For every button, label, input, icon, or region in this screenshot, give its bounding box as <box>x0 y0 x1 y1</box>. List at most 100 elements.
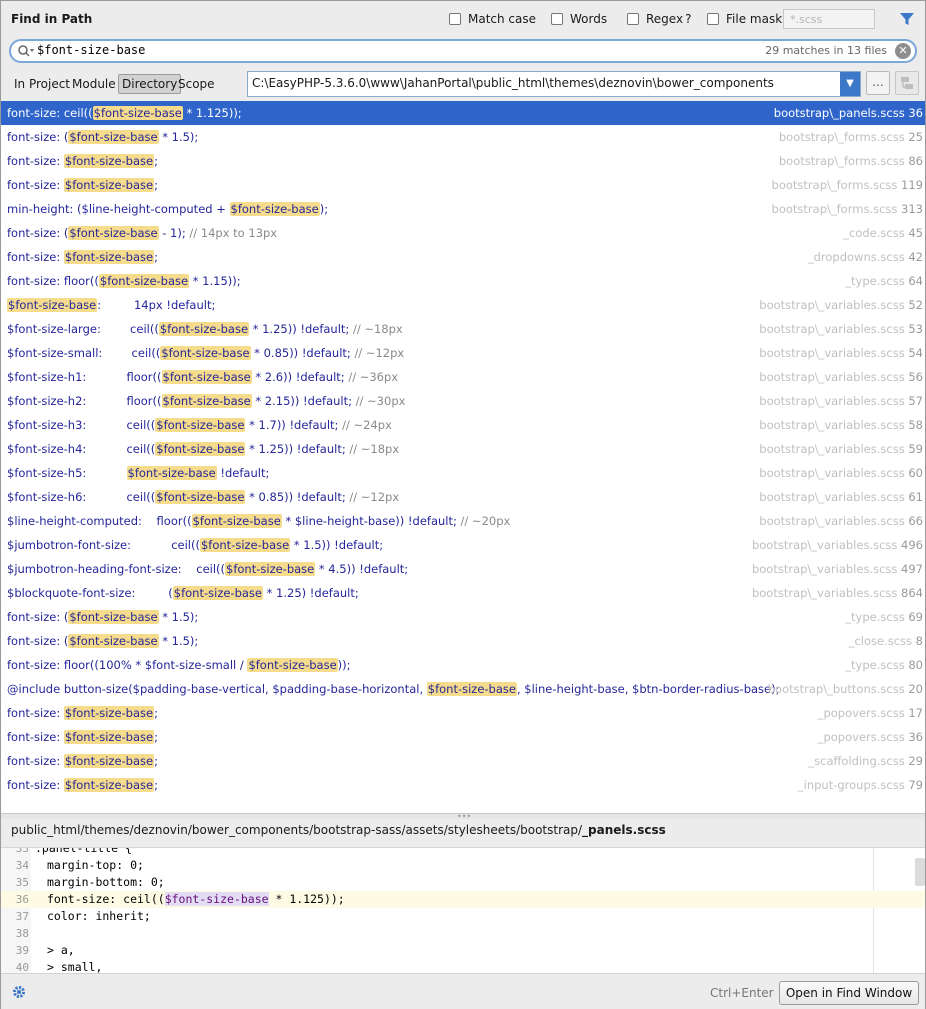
result-row[interactable]: $jumbotron-heading-font-size: ceil(($fon… <box>1 557 925 581</box>
gear-icon[interactable] <box>11 984 27 1000</box>
result-file-name: _code.scss <box>843 226 909 240</box>
result-row[interactable]: $line-height-computed: floor(($font-size… <box>1 509 925 533</box>
result-code: font-size: $font-size-base; <box>7 749 158 773</box>
result-code-pre: $font-size-h1: floor(( <box>7 370 162 384</box>
result-row[interactable]: font-size: floor((100% * $font-size-smal… <box>1 653 925 677</box>
result-row[interactable]: font-size: $font-size-base; _dropdowns.sc… <box>1 245 925 269</box>
clear-icon[interactable]: ✕ <box>895 43 911 59</box>
result-row[interactable]: font-size: ($font-size-base * 1.5); boots… <box>1 125 925 149</box>
result-code: font-size: ceil(($font-size-base * 1.125… <box>7 101 242 125</box>
tab-scope[interactable]: Scope <box>175 74 218 94</box>
words-checkbox[interactable]: Words <box>551 12 607 26</box>
code-preview[interactable]: 33 .panel-title {34 margin-top: 0; 35 margin… <box>1 847 925 973</box>
result-code: $font-size-small: ceil(($font-size-base … <box>7 341 404 365</box>
result-row[interactable]: $jumbotron-font-size: ceil(($font-size-b… <box>1 533 925 557</box>
result-line-number: 58 <box>908 418 923 432</box>
file-mask-box[interactable] <box>707 13 719 25</box>
result-code: font-size: ($font-size-base * 1.5); <box>7 605 198 629</box>
browse-button[interactable]: ... <box>866 71 890 95</box>
result-comment: // 14px to 13px <box>189 226 278 240</box>
result-row[interactable]: font-size: $font-size-base; _popovers.scs… <box>1 701 925 725</box>
directory-combobox[interactable]: C:\EasyPHP-5.3.6.0\www\JahanPortal\publi… <box>247 71 861 97</box>
splitter-grip-icon[interactable]: ••• <box>457 812 471 821</box>
preview-line-text: margin-top: 0; <box>47 858 144 872</box>
preview-line-number: 39 <box>15 944 29 957</box>
result-row[interactable]: font-size: $font-size-base; bootstrap\_fo… <box>1 149 925 173</box>
result-row[interactable]: font-size: floor(($font-size-base * 1.15… <box>1 269 925 293</box>
recursive-toggle[interactable] <box>895 71 919 95</box>
result-match: $font-size-base <box>7 298 98 312</box>
result-row[interactable]: font-size: ($font-size-base * 1.5); _type… <box>1 605 925 629</box>
preview-line: 35 margin-bottom: 0; <box>1 874 925 891</box>
result-file: bootstrap\_variables.scss 56 <box>759 365 923 389</box>
result-row[interactable]: font-size: $font-size-base; _popovers.scs… <box>1 725 925 749</box>
folder-tree-icon <box>901 77 913 89</box>
result-file: _scaffolding.scss 29 <box>808 749 923 773</box>
result-row[interactable]: $font-size-large: ceil(($font-size-base … <box>1 317 925 341</box>
tab-module[interactable]: Module <box>69 74 119 94</box>
regex-checkbox[interactable]: Regex ? <box>627 12 691 26</box>
tab-directory[interactable]: Directory <box>118 74 182 94</box>
result-line-number: 45 <box>908 226 923 240</box>
result-row[interactable]: font-size: $font-size-base; bootstrap\_fo… <box>1 173 925 197</box>
result-row[interactable]: $font-size-h2: floor(($font-size-base * … <box>1 389 925 413</box>
result-row[interactable]: $font-size-base: 14px !default; bootstrap… <box>1 293 925 317</box>
result-row[interactable]: min-height: ($line-height-computed + $fo… <box>1 197 925 221</box>
result-match: $font-size-base <box>63 706 155 720</box>
result-row[interactable]: $font-size-h4: ceil(($font-size-base * 1… <box>1 437 925 461</box>
tab-in-project[interactable]: In Project <box>11 74 73 94</box>
regex-box[interactable] <box>627 13 639 25</box>
preview-line: 34 margin-top: 0; <box>1 857 925 874</box>
result-line-number: 42 <box>908 250 923 264</box>
result-row[interactable]: font-size: $font-size-base; _scaffolding.… <box>1 749 925 773</box>
file-mask-input[interactable]: *.scss <box>783 9 875 29</box>
result-code-pre: $font-size-h6: ceil(( <box>7 490 156 504</box>
result-file-name: bootstrap\_variables.scss <box>751 538 902 552</box>
result-match: $font-size-base <box>68 610 159 624</box>
result-file: bootstrap\_variables.scss 61 <box>759 485 923 509</box>
result-row[interactable]: $font-size-h6: ceil(($font-size-base * 0… <box>1 485 925 509</box>
result-code-pre: min-height: ($line-height-computed + <box>7 202 230 216</box>
file-mask-checkbox[interactable]: File mask: <box>707 12 786 26</box>
result-line-number: 313 <box>901 202 923 216</box>
result-row[interactable]: font-size: ceil(($font-size-base * 1.125… <box>1 101 925 125</box>
result-code-post: * 1.15)); <box>189 274 241 288</box>
result-row[interactable]: $blockquote-font-size: ($font-size-base … <box>1 581 925 605</box>
directory-path[interactable]: C:\EasyPHP-5.3.6.0\www\JahanPortal\publi… <box>252 76 774 90</box>
words-box[interactable] <box>551 13 563 25</box>
filter-icon[interactable] <box>899 11 915 27</box>
result-comment: // ~20px <box>460 514 511 528</box>
search-icon[interactable] <box>17 44 35 58</box>
result-match: $font-size-base <box>225 562 316 576</box>
result-code-pre: font-size: <box>7 730 64 744</box>
result-match: $font-size-base <box>126 466 217 480</box>
open-in-find-window-button[interactable]: Open in Find Window <box>779 981 919 1005</box>
result-row[interactable]: $font-size-h1: floor(($font-size-base * … <box>1 365 925 389</box>
result-code-pre: font-size: <box>7 178 64 192</box>
regex-help-link[interactable]: ? <box>685 12 691 26</box>
preview-line-text: margin-bottom: 0; <box>47 875 165 889</box>
result-line-number: 36 <box>908 106 923 120</box>
result-comment: // ~18px <box>352 322 403 336</box>
result-file-name: _popovers.scss <box>817 730 909 744</box>
result-row[interactable]: $font-size-small: ceil(($font-size-base … <box>1 341 925 365</box>
result-code-pre: font-size: <box>7 754 64 768</box>
result-row[interactable]: font-size: ($font-size-base - 1); // 14p… <box>1 221 925 245</box>
search-input[interactable]: $font-size-base <box>37 43 145 57</box>
match-case-checkbox[interactable]: Match case <box>449 12 536 26</box>
result-code-post: ); <box>319 202 329 216</box>
result-row[interactable]: $font-size-h5: $font-size-base !default;… <box>1 461 925 485</box>
preview-line-text: > a, <box>47 943 75 957</box>
result-row[interactable]: font-size: ($font-size-base * 1.5); _clos… <box>1 629 925 653</box>
result-file: bootstrap\_variables.scss 52 <box>759 293 923 317</box>
result-row[interactable]: $font-size-h3: ceil(($font-size-base * 1… <box>1 413 925 437</box>
result-match: $font-size-base <box>155 442 246 456</box>
result-row[interactable]: @include button-size($padding-base-verti… <box>1 677 925 701</box>
result-code-post: * 2.15)) !default; <box>251 394 356 408</box>
match-case-box[interactable] <box>449 13 461 25</box>
results-list[interactable]: font-size: ceil(($font-size-base * 1.125… <box>1 101 925 813</box>
result-row[interactable]: font-size: $font-size-base; _input-groups… <box>1 773 925 797</box>
chevron-down-icon[interactable]: ▼ <box>840 72 860 96</box>
match-case-label: Match case <box>468 12 537 26</box>
search-field[interactable]: $font-size-base 29 matches in 13 files ✕ <box>9 39 917 63</box>
